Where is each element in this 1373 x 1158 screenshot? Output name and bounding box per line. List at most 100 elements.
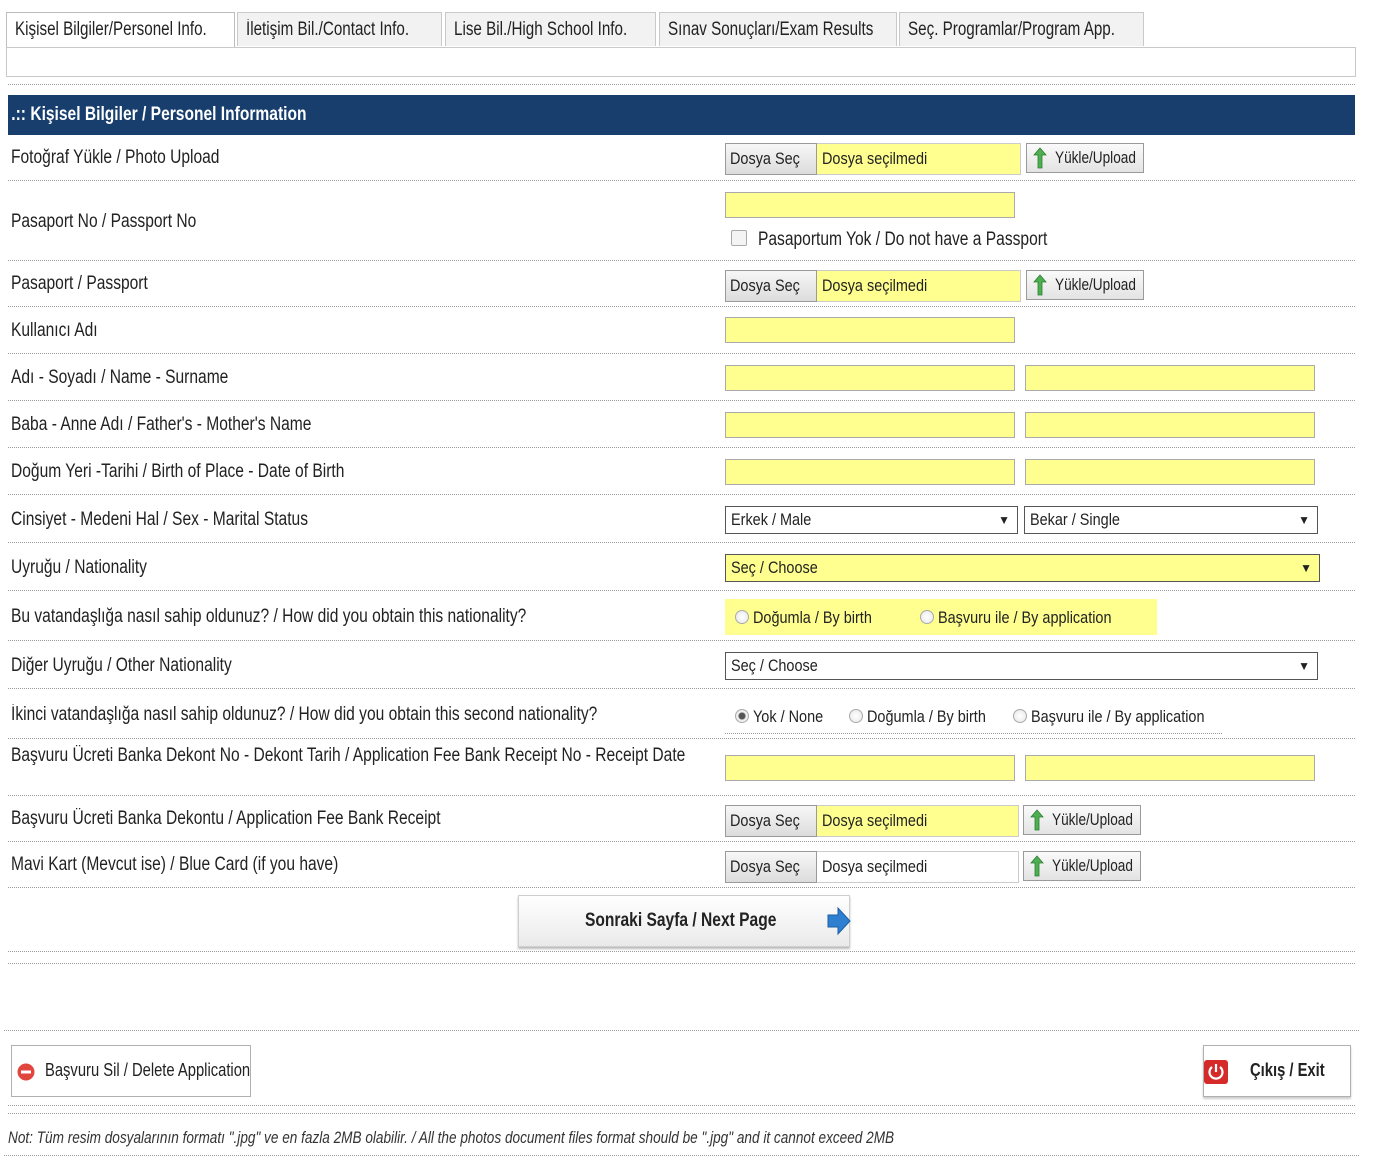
birth-date-input[interactable] <box>1025 459 1315 485</box>
photo-file-status: Dosya seçilmedi <box>817 143 1021 175</box>
next-page-button[interactable]: Sonraki Sayfa / Next Page <box>518 895 851 947</box>
sex-select[interactable]: Erkek / Male ▼ <box>725 506 1018 534</box>
tab-exam-results[interactable]: Sınav Sonuçları/Exam Results <box>659 12 897 46</box>
no-passport-option[interactable]: Pasaportum Yok / Do not have a Passport <box>731 229 1111 251</box>
divider <box>8 951 1355 952</box>
chevron-down-icon: ▼ <box>1298 513 1310 527</box>
radio-button[interactable] <box>735 610 749 624</box>
birth-label: Doğum Yeri -Tarihi / Birth of Place - Da… <box>11 461 345 482</box>
upload-arrow-icon <box>1030 855 1044 877</box>
sex-marital-label: Cinsiyet - Medeni Hal / Sex - Marital St… <box>11 509 308 530</box>
second-by-birth-option[interactable]: Doğumla / By birth <box>849 707 1007 727</box>
second-by-application-option[interactable]: Başvuru ile / By application <box>1013 707 1235 727</box>
exit-button[interactable]: Çıkış / Exit <box>1203 1045 1351 1097</box>
passport-file-status: Dosya seçilmedi <box>817 270 1021 302</box>
row-second-nationality: İkinci vatandaşlığa nasıl sahip oldunuz?… <box>8 689 1355 739</box>
divider <box>8 1113 1355 1114</box>
row-nationality: Uyruğu / Nationality Seç / Choose ▼ <box>8 543 1355 591</box>
mother-name-input[interactable] <box>1025 412 1315 438</box>
receipt-file-status: Dosya seçilmedi <box>817 805 1019 837</box>
chevron-down-icon: ▼ <box>1300 561 1312 575</box>
username-label: Kullanıcı Adı <box>11 320 98 341</box>
blue-card-upload-button[interactable]: Yükle/Upload <box>1023 851 1141 881</box>
nationality-select[interactable]: Seç / Choose ▼ <box>725 554 1320 582</box>
passport-file-label: Pasaport / Passport <box>11 273 148 294</box>
blue-card-file-status: Dosya seçilmedi <box>817 851 1019 883</box>
blue-card-label: Mavi Kart (Mevcut ise) / Blue Card (if y… <box>11 854 339 875</box>
passport-no-label: Pasaport No / Passport No <box>11 211 197 232</box>
row-receipt-no: Başvuru Ücreti Banka Dekont No - Dekont … <box>8 739 1355 796</box>
delete-icon <box>17 1063 35 1081</box>
receipt-no-input[interactable] <box>725 755 1015 781</box>
photo-upload-button[interactable]: Yükle/Upload <box>1026 143 1144 173</box>
row-obtain-nationality: Bu vatandaşlığa nasıl sahip oldunuz? / H… <box>8 591 1355 641</box>
chevron-down-icon: ▼ <box>998 513 1010 527</box>
section-title: .:: Kişisel Bilgiler / Personel Informat… <box>11 104 307 125</box>
second-none-option[interactable]: Yok / None <box>735 707 836 727</box>
passport-choose-file-button[interactable]: Dosya Seç <box>725 270 817 302</box>
upload-arrow-icon <box>1033 147 1047 169</box>
father-name-input[interactable] <box>725 412 1015 438</box>
other-nationality-select[interactable]: Seç / Choose ▼ <box>725 652 1318 680</box>
row-passport-no: Pasaport No / Passport No Pasaportum Yok… <box>8 181 1355 261</box>
tab-panel <box>6 47 1356 77</box>
footer-note: Not: Tüm resim dosyalarının formatı ".jp… <box>8 1128 895 1147</box>
radio-button-checked[interactable] <box>735 709 749 723</box>
row-name-surname: Adı - Soyadı / Name - Surname <box>8 354 1355 401</box>
divider <box>8 1105 1355 1106</box>
divider <box>8 84 1355 85</box>
marital-status-select[interactable]: Bekar / Single ▼ <box>1024 506 1318 534</box>
name-surname-label: Adı - Soyadı / Name - Surname <box>11 367 229 388</box>
no-passport-label: Pasaportum Yok / Do not have a Passport <box>758 229 1048 250</box>
row-blue-card: Mavi Kart (Mevcut ise) / Blue Card (if y… <box>8 842 1355 888</box>
passport-no-input[interactable] <box>725 192 1015 218</box>
divider <box>4 1030 1359 1031</box>
section-header: .:: Kişisel Bilgiler / Personel Informat… <box>8 95 1355 135</box>
tab-high-school-info[interactable]: Lise Bil./High School Info. <box>445 12 656 46</box>
name-input[interactable] <box>725 365 1015 391</box>
no-passport-checkbox[interactable] <box>731 230 747 246</box>
second-nationality-options: Yok / None Doğumla / By birth Başvuru il… <box>725 699 1222 734</box>
upload-arrow-icon <box>1033 274 1047 296</box>
next-arrow-icon <box>827 906 851 936</box>
surname-input[interactable] <box>1025 365 1315 391</box>
chevron-down-icon: ▼ <box>1298 659 1310 673</box>
obtain-nationality-options: Doğumla / By birth Başvuru ile / By appl… <box>725 599 1157 635</box>
tab-contact-info[interactable]: İletişim Bil./Contact Info. <box>237 12 442 46</box>
receipt-upload-button[interactable]: Yükle/Upload <box>1023 805 1141 835</box>
photo-upload-label: Fotoğraf Yükle / Photo Upload <box>11 147 220 168</box>
power-icon <box>1204 1060 1228 1084</box>
photo-choose-file-button[interactable]: Dosya Seç <box>725 143 817 175</box>
row-username: Kullanıcı Adı <box>8 307 1355 354</box>
obtain-by-birth-option[interactable]: Doğumla / By birth <box>735 608 893 628</box>
divider <box>4 1155 1359 1156</box>
divider <box>8 963 1355 964</box>
radio-button[interactable] <box>1013 709 1027 723</box>
other-nationality-label: Diğer Uyruğu / Other Nationality <box>11 655 232 676</box>
row-receipt-file: Başvuru Ücreti Banka Dekontu / Applicati… <box>8 796 1355 842</box>
tab-program-app[interactable]: Seç. Programlar/Program App. <box>899 12 1144 46</box>
second-nationality-label: İkinci vatandaşlığa nasıl sahip oldunuz?… <box>11 704 598 725</box>
parents-label: Baba - Anne Adı / Father's - Mother's Na… <box>11 414 312 435</box>
username-input[interactable] <box>725 317 1015 343</box>
row-sex-marital: Cinsiyet - Medeni Hal / Sex - Marital St… <box>8 495 1355 543</box>
row-passport-file: Pasaport / Passport Dosya Seç Dosya seçi… <box>8 261 1355 307</box>
row-photo-upload: Fotoğraf Yükle / Photo Upload Dosya Seç … <box>8 135 1355 181</box>
receipt-file-label: Başvuru Ücreti Banka Dekontu / Applicati… <box>11 808 441 829</box>
receipt-date-input[interactable] <box>1025 755 1315 781</box>
receipt-choose-file-button[interactable]: Dosya Seç <box>725 805 817 837</box>
obtain-by-application-option[interactable]: Başvuru ile / By application <box>920 608 1142 628</box>
radio-button[interactable] <box>920 610 934 624</box>
radio-button[interactable] <box>849 709 863 723</box>
tab-bar: Kişisel Bilgiler/Personel Info. İletişim… <box>6 12 1358 49</box>
delete-application-button[interactable]: Başvuru Sil / Delete Application <box>11 1045 251 1097</box>
obtain-nationality-label: Bu vatandaşlığa nasıl sahip oldunuz? / H… <box>11 606 527 627</box>
tab-personal-info[interactable]: Kişisel Bilgiler/Personel Info. <box>6 12 235 49</box>
receipt-no-label: Başvuru Ücreti Banka Dekont No - Dekont … <box>11 745 686 766</box>
nationality-label: Uyruğu / Nationality <box>11 557 147 578</box>
blue-card-choose-file-button[interactable]: Dosya Seç <box>725 851 817 883</box>
passport-upload-button[interactable]: Yükle/Upload <box>1026 270 1144 300</box>
row-parents: Baba - Anne Adı / Father's - Mother's Na… <box>8 401 1355 448</box>
row-other-nationality: Diğer Uyruğu / Other Nationality Seç / C… <box>8 641 1355 689</box>
birth-place-input[interactable] <box>725 459 1015 485</box>
